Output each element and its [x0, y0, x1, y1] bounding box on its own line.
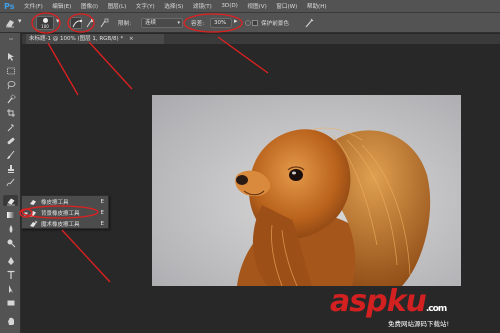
- watermark: aspku.com 免费网站源码下载站!: [330, 287, 500, 333]
- hand-tool-icon[interactable]: [3, 315, 18, 326]
- document-tab[interactable]: 未标题-1 @ 100% (图层 1, RGB/8) * ×: [26, 34, 164, 44]
- menu-edit[interactable]: 编辑(E): [52, 2, 71, 10]
- brush-dot-icon: [43, 18, 48, 23]
- flyout-label-magic-eraser: 魔术橡皮擦工具: [41, 222, 80, 228]
- tool-preset-eraser-icon[interactable]: [4, 17, 16, 29]
- menu-layer[interactable]: 图层(L): [108, 2, 127, 10]
- protect-foreground-checkbox[interactable]: [252, 20, 258, 26]
- menu-select[interactable]: 选择(S): [164, 2, 183, 10]
- menu-bar: Ps 文件(F) 编辑(E) 图像(I) 图层(L) 文字(Y) 选择(S) 滤…: [0, 0, 500, 13]
- crop-tool-icon[interactable]: [3, 107, 18, 118]
- healing-brush-tool-icon[interactable]: [3, 135, 18, 146]
- background-eraser-tool-icon[interactable]: [3, 195, 18, 206]
- menu-3d[interactable]: 3D(D): [221, 3, 238, 9]
- dodge-tool-icon[interactable]: [3, 237, 18, 248]
- brush-tool-icon[interactable]: [3, 149, 18, 160]
- protect-foreground-label: 保护前景色: [261, 21, 289, 27]
- preset-dropdown-arrow-icon[interactable]: ▾: [18, 17, 22, 25]
- path-selection-tool-icon[interactable]: [3, 283, 18, 294]
- menu-file[interactable]: 文件(F): [24, 2, 43, 10]
- eraser-tools-flyout: 橡皮擦工具 E ■ 背景橡皮擦工具 E 魔术橡皮擦工具 E: [21, 195, 109, 229]
- tools-panel: [0, 33, 21, 333]
- sampling-once-icon[interactable]: [84, 17, 96, 29]
- dog-photo: [152, 95, 461, 286]
- background-eraser-icon: [29, 209, 38, 217]
- menu-type[interactable]: 文字(Y): [136, 2, 155, 10]
- magic-eraser-icon: [29, 220, 38, 228]
- tolerance-slider-arrow-icon[interactable]: ▸: [234, 17, 238, 25]
- clone-stamp-tool-icon[interactable]: [3, 163, 18, 174]
- flyout-label-eraser: 橡皮擦工具: [41, 200, 69, 206]
- document-tab-title: 未标题-1 @ 100% (图层 1, RGB/8) *: [29, 36, 124, 42]
- limits-label: 限制:: [118, 21, 132, 27]
- pen-tool-icon[interactable]: [3, 255, 18, 266]
- annotation-arrow-line: [88, 41, 133, 90]
- menu-window[interactable]: 窗口(W): [276, 2, 297, 10]
- tolerance-label: 容差:: [191, 21, 205, 27]
- tablet-pressure-icon[interactable]: [303, 17, 315, 29]
- menu-view[interactable]: 视图(V): [247, 2, 266, 10]
- blur-tool-icon[interactable]: [3, 223, 18, 234]
- menu-image[interactable]: 图像(I): [81, 2, 98, 10]
- close-icon[interactable]: ×: [129, 36, 134, 42]
- tolerance-value: 30%: [214, 20, 227, 26]
- type-tool-icon[interactable]: [3, 269, 18, 280]
- limits-select[interactable]: 连续 ▾: [141, 18, 183, 28]
- quick-selection-tool-icon[interactable]: [3, 93, 18, 104]
- flyout-shortcut-background-eraser: E: [100, 210, 104, 216]
- flyout-item-background-eraser[interactable]: ■ 背景橡皮擦工具 E: [22, 208, 108, 218]
- flyout-item-eraser[interactable]: 橡皮擦工具 E: [22, 197, 108, 207]
- watermark-logo-text: aspku: [330, 284, 427, 319]
- marquee-tool-icon[interactable]: [3, 65, 18, 76]
- photoshop-logo: Ps: [4, 1, 15, 11]
- eraser-icon: [29, 198, 38, 206]
- limits-value: 连续: [145, 20, 157, 26]
- options-bar: ▾ 100 ▾ 限制: 连续 ▾ 容差: 30% ▸ 保护前景色: [0, 13, 500, 33]
- annotation-arrow-line: [61, 229, 111, 283]
- eyedropper-tool-icon[interactable]: [3, 121, 18, 132]
- sampling-background-swatch-icon[interactable]: [98, 17, 110, 29]
- move-tool-icon[interactable]: [3, 51, 18, 62]
- watermark-subtitle: 免费网站源码下载站!: [388, 320, 450, 328]
- history-brush-tool-icon[interactable]: [3, 177, 18, 188]
- brush-size-picker[interactable]: 100: [36, 16, 54, 30]
- flyout-item-magic-eraser[interactable]: 魔术橡皮擦工具 E: [22, 219, 108, 229]
- toolbar-collapse-icon[interactable]: [3, 36, 18, 42]
- menu-help[interactable]: 帮助(H): [307, 2, 327, 10]
- rectangle-tool-icon[interactable]: [3, 297, 18, 308]
- brush-dropdown-arrow-icon[interactable]: ▾: [56, 17, 60, 25]
- gradient-tool-icon[interactable]: [3, 209, 18, 220]
- menu-filter[interactable]: 滤镜(T): [193, 2, 212, 10]
- watermark-logo-suffix: .com: [425, 304, 447, 314]
- flyout-shortcut-eraser: E: [100, 199, 104, 205]
- tolerance-input[interactable]: 30%: [210, 18, 232, 28]
- flyout-shortcut-magic-eraser: E: [100, 221, 104, 227]
- flyout-label-background-eraser: 背景橡皮擦工具: [41, 211, 80, 217]
- sampling-continuous-icon[interactable]: [70, 17, 83, 29]
- lasso-tool-icon[interactable]: [3, 79, 18, 90]
- chevron-down-icon: ▾: [177, 20, 180, 26]
- document-canvas[interactable]: [152, 95, 461, 286]
- annotation-arrow-line: [47, 42, 79, 96]
- document-tab-bar: 未标题-1 @ 100% (图层 1, RGB/8) * ×: [22, 34, 500, 44]
- brush-size-value: 100: [41, 24, 49, 29]
